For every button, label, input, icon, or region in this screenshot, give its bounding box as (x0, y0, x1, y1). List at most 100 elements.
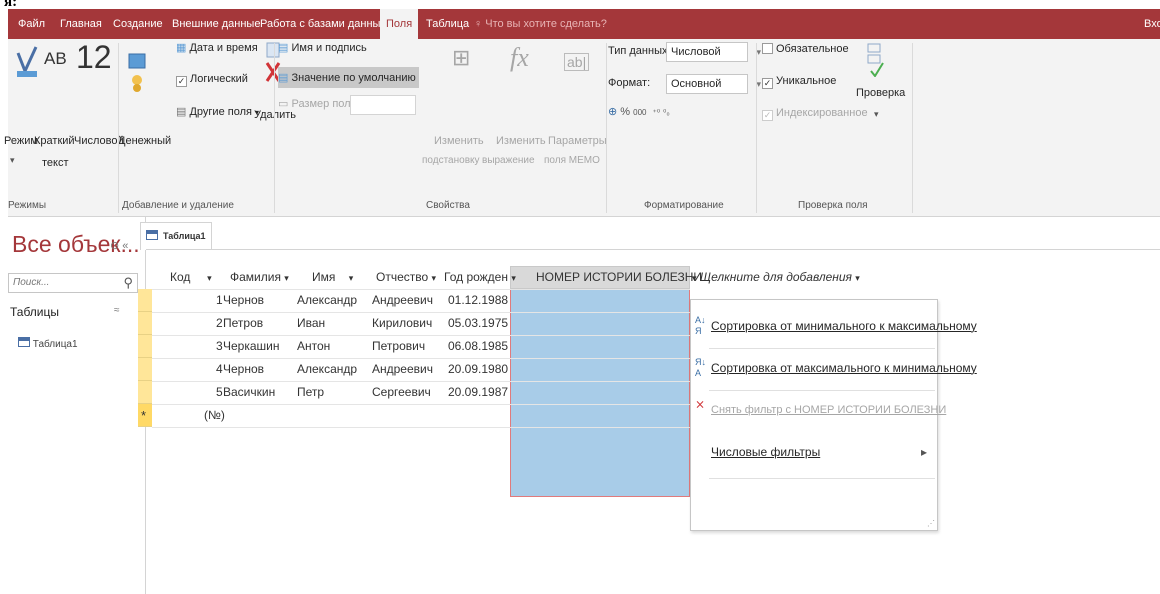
doc-tab-table1[interactable]: Таблица1 (140, 222, 212, 250)
cell-patronymic[interactable]: Сергеевич (372, 381, 431, 404)
tab-home[interactable]: Главная (60, 9, 102, 39)
cell-last-name[interactable]: Чернов (223, 289, 264, 312)
delete-button-label[interactable]: Удалить (254, 109, 296, 121)
view-dropdown-arrow[interactable]: ▾ (10, 155, 15, 166)
chevron-down-icon[interactable]: ▾ (349, 273, 354, 283)
validation-button-label[interactable]: Проверка (856, 87, 905, 99)
cell-patronymic[interactable]: Петрович (372, 335, 425, 358)
chevron-up-icon[interactable]: ≈ (114, 305, 120, 316)
short-text-icon[interactable]: AB (44, 49, 67, 69)
column-header-id[interactable]: Код ▾ (170, 266, 212, 289)
required-checkbox[interactable]: Обязательное (762, 43, 849, 55)
chevron-down-icon[interactable]: ▾ (511, 273, 516, 283)
chevron-down-icon[interactable]: ▾ (855, 273, 860, 283)
tab-file[interactable]: Файл (18, 9, 45, 39)
currency-format-icon[interactable]: ⊕ (608, 106, 617, 118)
validation-dropdown-arrow[interactable]: ▾ (874, 109, 879, 120)
menu-number-filters[interactable]: Числовые фильтры ▸ (691, 434, 937, 470)
cell-id[interactable]: 5 (216, 381, 223, 404)
nav-section-tables[interactable]: Таблицы (10, 305, 59, 319)
search-input[interactable]: Поиск... ⚲ (8, 273, 138, 293)
cell-birth[interactable]: 20.09.1980 (448, 358, 508, 381)
row-selector[interactable] (138, 289, 152, 312)
date-time-button[interactable]: ▦ Дата и время (176, 41, 258, 54)
cell-patronymic[interactable]: Андреевич (372, 289, 433, 312)
default-value-button[interactable]: ▤ Значение по умолчанию (278, 67, 419, 88)
column-header-last-name[interactable]: Фамилия ▾ (230, 266, 289, 289)
cell-id[interactable]: 1 (216, 289, 223, 312)
chevron-down-icon[interactable]: ▾ (432, 273, 437, 283)
cell-last-name[interactable]: Чернов (223, 358, 264, 381)
more-fields-button[interactable]: ▤ Другие поля ▾ (176, 105, 259, 118)
cell-first-name[interactable]: Иван (297, 312, 325, 335)
tab-fields[interactable]: Поля (380, 9, 419, 39)
row-selector[interactable] (138, 335, 152, 358)
menu-sort-ascending[interactable]: А↓ Я Сортировка от минимального к максима… (691, 308, 977, 344)
tell-me-box[interactable]: ♀ Что вы хотите сделать? (474, 9, 607, 39)
chevron-down-icon: ▾ (756, 79, 761, 89)
cell-birth[interactable]: 05.03.1975 (448, 312, 508, 335)
row-selector[interactable] (138, 381, 152, 404)
format-select[interactable]: Основной ▾ (666, 74, 761, 94)
memo-settings-icon[interactable]: ab| (564, 53, 590, 71)
cell-patronymic[interactable]: Андреевич (372, 358, 433, 381)
tab-external-data[interactable]: Внешние данные (172, 9, 260, 39)
data-type-select[interactable]: Числовой ▾ (666, 42, 761, 62)
validation-icon[interactable] (866, 43, 884, 80)
currency-button-label[interactable]: Денежный (118, 135, 171, 147)
percent-icon[interactable]: % (620, 106, 630, 118)
thousands-icon[interactable]: 000 (633, 108, 646, 117)
cell-first-name[interactable]: Александр (297, 289, 357, 312)
cell-id[interactable]: 3 (216, 335, 223, 358)
yes-no-button[interactable]: ✓ Логический (176, 73, 248, 87)
number-button-label[interactable]: Числовой (74, 135, 124, 147)
column-header-patronymic[interactable]: Отчество ▾ (376, 266, 436, 289)
currency-icon[interactable] (128, 53, 146, 96)
tab-create[interactable]: Создание (113, 9, 163, 39)
cell-patronymic[interactable]: Кирилович (372, 312, 432, 335)
modify-lookups-icon[interactable]: ⊞ (452, 45, 470, 71)
tab-database-tools[interactable]: Работа с базами данных (260, 9, 386, 39)
expression-icon[interactable]: fx (510, 43, 529, 73)
name-caption-button[interactable]: ▤ Имя и подпись (278, 41, 367, 54)
increase-decimals-icon[interactable]: ⁺⁰ (653, 108, 660, 117)
cell-last-name[interactable]: Васичкин (223, 381, 275, 404)
row-selector[interactable] (138, 358, 152, 381)
cell-first-name[interactable]: Петр (297, 381, 324, 404)
view-button[interactable] (12, 45, 38, 77)
new-record-id[interactable]: (№) (204, 404, 225, 427)
cell-last-name[interactable]: Черкашин (223, 335, 280, 358)
nav-menu-icon[interactable]: ⊙ (110, 240, 119, 252)
row-selector[interactable] (138, 312, 152, 335)
short-text-label[interactable]: Краткий (34, 135, 75, 147)
number-format-buttons[interactable]: ⊕ % 000 ⁺⁰ ⁰₀ (608, 105, 670, 118)
cell-id[interactable]: 4 (216, 358, 223, 381)
menu-sort-descending[interactable]: Я↓ А Сортировка от максимального к минима… (691, 350, 977, 386)
column-header-medical-record[interactable]: НОМЕР ИСТОРИИ БОЛЕЗНИ (536, 266, 702, 289)
cell-birth[interactable]: 20.09.1987 (448, 381, 508, 404)
indexed-checkbox[interactable]: ✓ Индексированное (762, 107, 868, 121)
cell-birth[interactable]: 06.08.1985 (448, 335, 508, 358)
collapse-pane-icon[interactable]: « (122, 240, 128, 252)
chevron-down-icon[interactable]: ▾ (207, 273, 212, 283)
chevron-down-icon[interactable]: ▾ (692, 273, 697, 283)
cell-birth[interactable]: 01.12.1988 (448, 289, 508, 312)
column-header-first-name[interactable]: Имя ▾ (312, 266, 353, 289)
cell-first-name[interactable]: Александр (297, 358, 357, 381)
search-icon[interactable]: ⚲ (123, 275, 133, 291)
resize-grip-icon[interactable]: ⋰ (927, 519, 935, 528)
sign-in-link[interactable]: Вхо (1144, 9, 1160, 39)
nav-item-table1[interactable]: Таблица1 (18, 337, 78, 350)
menu-clear-filter[interactable]: ⨯ Снять фильтр с НОМЕР ИСТОРИИ БОЛЕЗНИ (691, 392, 946, 428)
decrease-decimals-icon[interactable]: ⁰₀ (663, 108, 670, 117)
tab-table[interactable]: Таблица (426, 9, 469, 39)
number-icon[interactable]: 12 (76, 39, 112, 76)
cell-last-name[interactable]: Петров (223, 312, 263, 335)
column-header-birth-year[interactable]: Год рожден ▾ (444, 266, 516, 289)
cell-id[interactable]: 2 (216, 312, 223, 335)
field-size-input[interactable] (350, 95, 416, 115)
unique-checkbox[interactable]: ✓ Уникальное (762, 75, 836, 89)
chevron-down-icon[interactable]: ▾ (284, 273, 289, 283)
cell-first-name[interactable]: Антон (297, 335, 330, 358)
column-header-click-to-add[interactable]: ▾ Щелкните для добавления ▾ (692, 266, 860, 289)
